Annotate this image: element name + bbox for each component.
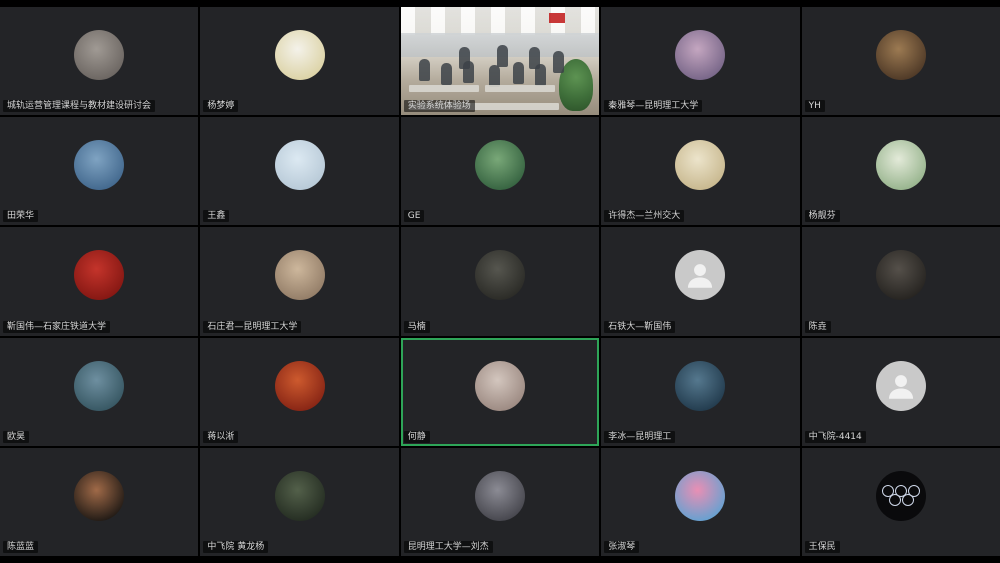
profile-photo-avatar: [74, 361, 124, 411]
participant-name-label: 石庄君—昆明理工大学: [203, 321, 301, 333]
olympic-rings-avatar: [876, 471, 926, 521]
profile-photo-avatar: [74, 140, 124, 190]
participant-name-label: 马楠: [404, 321, 430, 333]
participant-tile[interactable]: 陈垚: [802, 227, 1000, 335]
participant-name-label: 蒋以淅: [203, 431, 238, 443]
video-desk: [485, 85, 555, 92]
participant-name-label: 中飞院 黄龙杨: [203, 541, 268, 553]
profile-photo-avatar: [876, 250, 926, 300]
participant-name-label: 实验系统体验场: [404, 100, 475, 112]
participant-tile[interactable]: 中飞院 黄龙杨: [200, 448, 398, 556]
meeting-window: 城轨运营管理课程与教材建设研讨会 杨梦婷 实验系统体验场 秦雅琴—昆明理工大学 …: [0, 0, 1000, 563]
participant-grid: 城轨运营管理课程与教材建设研讨会 杨梦婷 实验系统体验场 秦雅琴—昆明理工大学 …: [0, 7, 1000, 556]
participant-name-label: 张淑琴: [604, 541, 639, 553]
participant-tile[interactable]: 许得杰—兰州交大: [601, 117, 799, 225]
participant-name-label: GE: [404, 210, 425, 222]
participant-tile[interactable]: 杨靓芬: [802, 117, 1000, 225]
person-silhouette-icon: [683, 258, 717, 292]
profile-photo-avatar: [876, 140, 926, 190]
video-ceiling-lights: [401, 7, 599, 35]
participant-tile[interactable]: 石铁大—靳国伟: [601, 227, 799, 335]
participant-tile-active-speaker[interactable]: 何静: [401, 338, 599, 446]
live-video-feed: 实验系统体验场: [401, 7, 599, 115]
video-person-silhouette: [419, 59, 430, 81]
participant-tile[interactable]: 李冰—昆明理工: [601, 338, 799, 446]
participant-tile[interactable]: 杨梦婷: [200, 7, 398, 115]
video-desk: [409, 85, 479, 92]
profile-photo-avatar: [275, 30, 325, 80]
profile-photo-avatar: [675, 30, 725, 80]
video-red-flag: [549, 13, 565, 23]
video-person-silhouette: [497, 45, 508, 67]
participant-tile[interactable]: 中飞院-4414: [802, 338, 1000, 446]
participant-tile[interactable]: 蒋以淅: [200, 338, 398, 446]
participant-name-label: 昆明理工大学—刘杰: [404, 541, 493, 553]
profile-photo-avatar: [475, 471, 525, 521]
profile-photo-avatar: [675, 140, 725, 190]
profile-photo-avatar: [475, 140, 525, 190]
profile-photo-avatar: [275, 471, 325, 521]
profile-photo-avatar: [876, 30, 926, 80]
participant-name-label: 陈蓝蓝: [3, 541, 38, 553]
participant-name-label: 杨靓芬: [805, 210, 840, 222]
participant-name-label: 靳国伟—石家庄铁道大学: [3, 321, 110, 333]
profile-photo-avatar: [275, 250, 325, 300]
participant-tile[interactable]: 实验系统体验场: [401, 7, 599, 115]
profile-photo-avatar: [675, 361, 725, 411]
participant-name-label: 陈垚: [805, 321, 831, 333]
participant-name-label: YH: [805, 100, 825, 112]
participant-name-label: 田荣华: [3, 210, 38, 222]
participant-name-label: 中飞院-4414: [805, 431, 866, 443]
video-person-silhouette: [441, 63, 452, 85]
participant-tile[interactable]: 城轨运营管理课程与教材建设研讨会: [0, 7, 198, 115]
profile-photo-avatar: [275, 140, 325, 190]
participant-name-label: 何静: [404, 431, 430, 443]
video-person-silhouette: [489, 65, 500, 87]
profile-photo-avatar: [275, 361, 325, 411]
participant-tile[interactable]: 秦雅琴—昆明理工大学: [601, 7, 799, 115]
profile-photo-avatar: [74, 250, 124, 300]
participant-tile[interactable]: 田荣华: [0, 117, 198, 225]
video-person-silhouette: [459, 47, 470, 69]
profile-photo-avatar: [74, 471, 124, 521]
olympic-rings-icon: [881, 485, 921, 507]
participant-name-label: 城轨运营管理课程与教材建设研讨会: [3, 100, 155, 112]
participant-name-label: 王保民: [805, 541, 840, 553]
default-person-avatar: [675, 250, 725, 300]
video-person-silhouette: [529, 47, 540, 69]
participant-tile[interactable]: YH: [802, 7, 1000, 115]
profile-photo-avatar: [675, 471, 725, 521]
participant-tile[interactable]: 王鑫: [200, 117, 398, 225]
participant-tile[interactable]: 张淑琴: [601, 448, 799, 556]
participant-name-label: 李冰—昆明理工: [604, 431, 675, 443]
participant-name-label: 许得杰—兰州交大: [604, 210, 684, 222]
default-person-avatar: [876, 361, 926, 411]
video-person-silhouette: [553, 51, 564, 73]
person-silhouette-icon: [884, 369, 918, 403]
participant-tile[interactable]: GE: [401, 117, 599, 225]
participant-name-label: 欧昊: [3, 431, 29, 443]
participant-name-label: 秦雅琴—昆明理工大学: [604, 100, 702, 112]
participant-tile[interactable]: 昆明理工大学—刘杰: [401, 448, 599, 556]
participant-tile[interactable]: 陈蓝蓝: [0, 448, 198, 556]
participant-tile[interactable]: 欧昊: [0, 338, 198, 446]
participant-tile[interactable]: 靳国伟—石家庄铁道大学: [0, 227, 198, 335]
profile-photo-avatar: [74, 30, 124, 80]
participant-tile[interactable]: 王保民: [802, 448, 1000, 556]
participant-name-label: 石铁大—靳国伟: [604, 321, 675, 333]
video-plant: [559, 59, 593, 111]
participant-name-label: 杨梦婷: [203, 100, 238, 112]
participant-tile[interactable]: 石庄君—昆明理工大学: [200, 227, 398, 335]
participant-tile[interactable]: 马楠: [401, 227, 599, 335]
video-person-silhouette: [513, 62, 524, 84]
participant-name-label: 王鑫: [203, 210, 229, 222]
profile-photo-avatar: [475, 361, 525, 411]
profile-photo-avatar: [475, 250, 525, 300]
